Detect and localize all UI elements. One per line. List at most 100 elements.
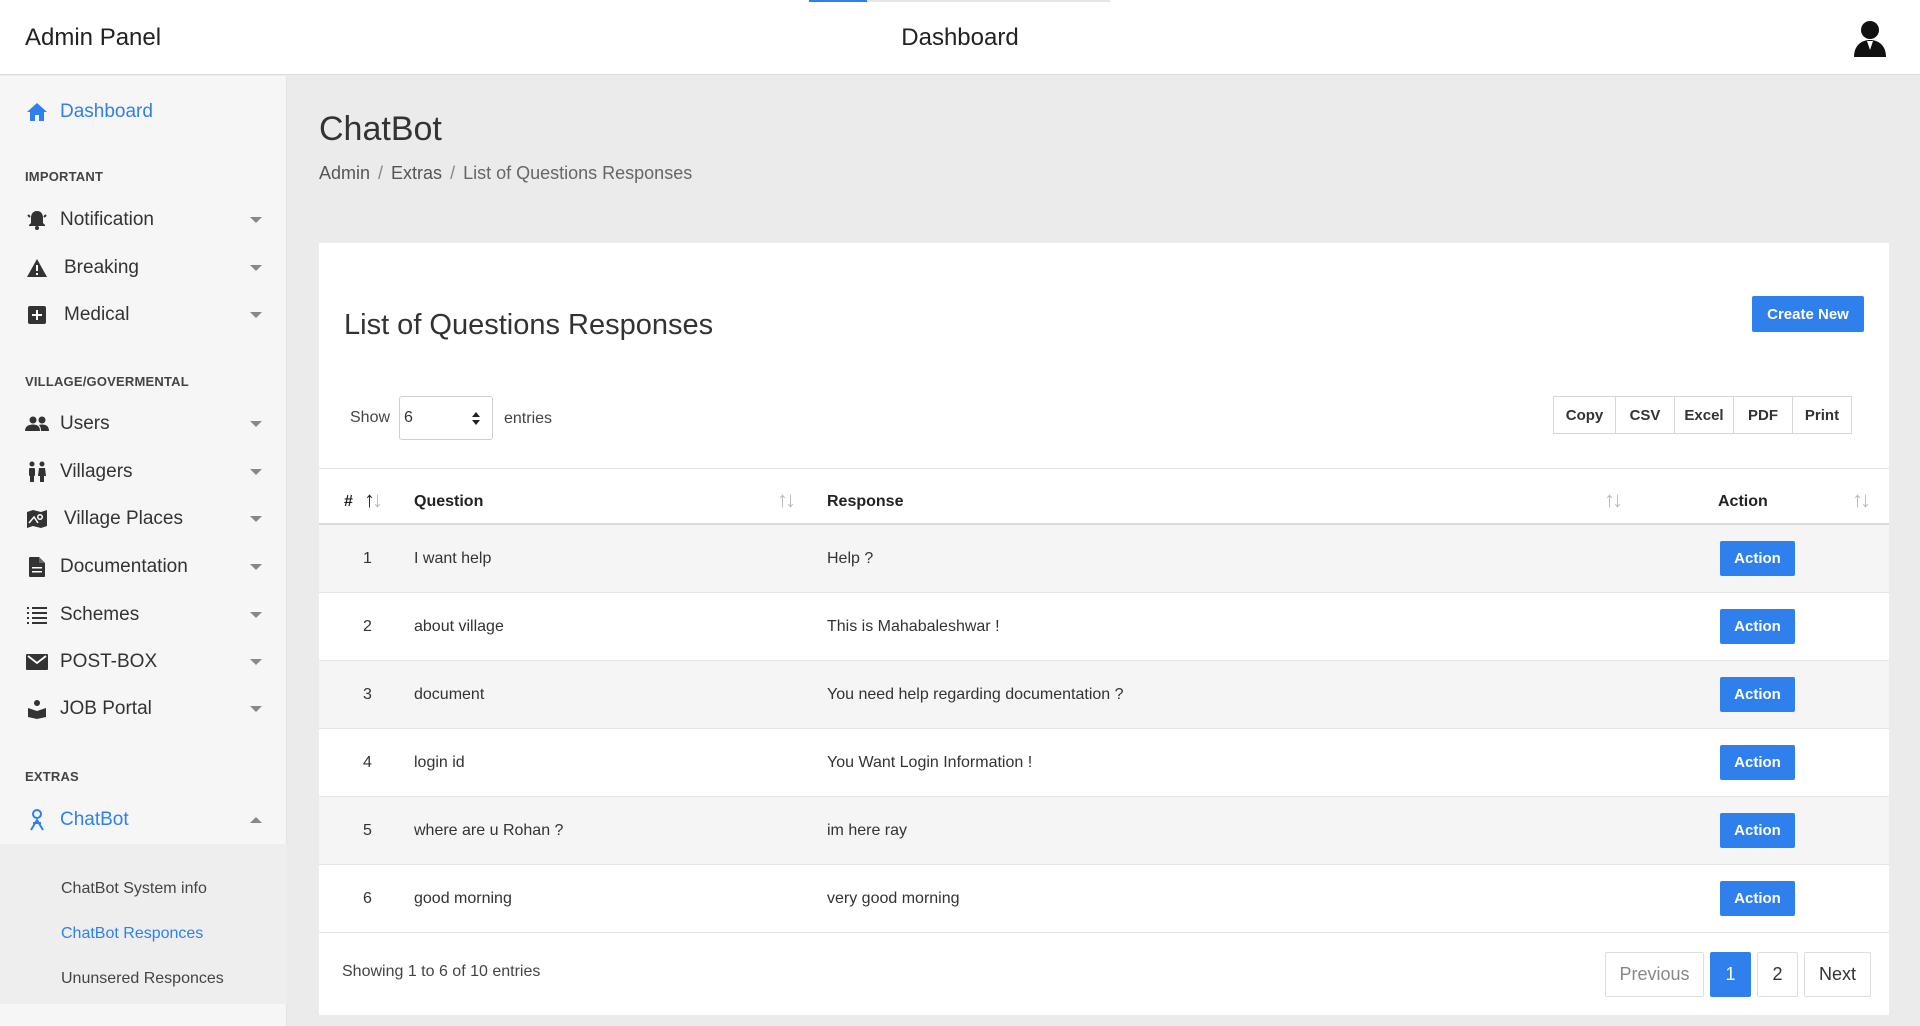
next-page-button[interactable]: Next — [1804, 952, 1871, 997]
pagination: Previous 1 2 Next — [1599, 952, 1871, 997]
row-question: I want help — [414, 550, 492, 567]
responses-card: List of Questions Responses Create New S… — [319, 243, 1889, 1015]
chevron-down-icon — [250, 217, 262, 223]
previous-page-button[interactable]: Previous — [1605, 952, 1704, 997]
action-button[interactable]: Action — [1720, 881, 1795, 916]
sidebar-item-label: POST-BOX — [60, 651, 158, 672]
row-response: very good morning — [827, 890, 960, 907]
section-heading-village: VILLAGE/GOVERMENTAL — [25, 374, 189, 389]
submenu-item-responces[interactable]: ChatBot Responces — [61, 925, 203, 943]
sidebar-item-job-portal[interactable]: JOB Portal — [0, 687, 287, 731]
table-row: 6 good morning very good morning Action — [319, 865, 1889, 933]
action-button[interactable]: Action — [1720, 541, 1795, 576]
table-header: # ↑↓ Question ↑↓ Response ↑↓ Action ↑↓ — [319, 468, 1889, 525]
map-icon — [25, 507, 49, 531]
column-header-question[interactable]: Question — [414, 493, 483, 511]
breadcrumb-separator: / — [450, 163, 456, 183]
sidebar-item-label: Breaking — [64, 257, 139, 278]
sidebar-item-documentation[interactable]: Documentation — [0, 545, 287, 589]
table-row: 1 I want help Help ? Action — [319, 525, 1889, 593]
chevron-down-icon — [250, 516, 262, 522]
table-row: 3 document You need help regarding docum… — [319, 661, 1889, 729]
sidebar-item-villagers[interactable]: Villagers — [0, 450, 287, 494]
submenu-item-unanswered[interactable]: Ununsered Responces — [61, 970, 224, 988]
warning-icon — [25, 256, 49, 280]
entries-label: entries — [504, 410, 553, 427]
mail-icon — [25, 650, 49, 674]
sort-ascending-icon[interactable]: ↑↓ — [364, 489, 383, 511]
sidebar-item-medical[interactable]: Medical — [0, 293, 287, 337]
sort-icon[interactable]: ↑↓ — [1852, 489, 1871, 511]
sidebar-item-label: JOB Portal — [60, 698, 152, 719]
list-icon — [25, 603, 49, 627]
sort-icon[interactable]: ↑↓ — [1604, 489, 1623, 511]
action-button[interactable]: Action — [1720, 677, 1795, 712]
page-size-select[interactable]: 6 — [399, 396, 493, 440]
row-response: You need help regarding documentation ? — [827, 686, 1124, 703]
sidebar-item-label: Documentation — [60, 556, 188, 577]
page-2-button[interactable]: 2 — [1757, 952, 1798, 997]
csv-button[interactable]: CSV — [1615, 396, 1675, 434]
row-question: document — [414, 686, 485, 703]
column-header-number[interactable]: # — [344, 493, 353, 511]
top-bar: Admin Panel Dashboard — [0, 0, 1920, 75]
sidebar: Dashboard IMPORTANT Notification Breakin… — [0, 76, 287, 1026]
chevron-up-icon — [250, 817, 262, 823]
create-new-button[interactable]: Create New — [1752, 296, 1864, 332]
breadcrumb-extras[interactable]: Extras — [391, 163, 442, 183]
row-number: 6 — [363, 890, 372, 907]
chevron-down-icon — [250, 564, 262, 570]
sidebar-item-breaking[interactable]: Breaking — [0, 246, 287, 290]
sidebar-item-dashboard[interactable]: Dashboard — [0, 90, 287, 134]
row-number: 3 — [363, 686, 372, 703]
export-buttons: Copy CSV Excel PDF Print — [1553, 396, 1852, 434]
breadcrumb-admin[interactable]: Admin — [319, 163, 370, 183]
chevron-down-icon — [250, 265, 262, 271]
chevron-down-icon — [250, 469, 262, 475]
submenu-item-system-info[interactable]: ChatBot System info — [61, 880, 207, 898]
card-title: List of Questions Responses — [344, 309, 714, 341]
row-question: where are u Rohan ? — [414, 822, 564, 839]
row-number: 4 — [363, 754, 372, 771]
sidebar-item-schemes[interactable]: Schemes — [0, 593, 287, 637]
row-question: about village — [414, 618, 504, 635]
bell-icon — [25, 208, 49, 232]
table-row: 4 login id You Want Login Information ! … — [319, 729, 1889, 797]
print-button[interactable]: Print — [1792, 396, 1852, 434]
action-button[interactable]: Action — [1720, 745, 1795, 780]
excel-button[interactable]: Excel — [1674, 396, 1734, 434]
document-icon — [25, 555, 49, 579]
chevron-down-icon — [250, 612, 262, 618]
home-icon — [25, 100, 49, 124]
section-heading-important: IMPORTANT — [25, 169, 104, 184]
sidebar-item-users[interactable]: Users — [0, 402, 287, 446]
sidebar-item-postbox[interactable]: POST-BOX — [0, 640, 287, 684]
sidebar-item-label: Schemes — [60, 604, 140, 625]
breadcrumb-current: List of Questions Responses — [463, 163, 693, 183]
sidebar-item-village-places[interactable]: Village Places — [0, 497, 287, 541]
chevron-down-icon — [250, 421, 262, 427]
action-button[interactable]: Action — [1720, 813, 1795, 848]
column-header-response[interactable]: Response — [827, 493, 903, 511]
copy-button[interactable]: Copy — [1553, 396, 1616, 434]
row-response: You Want Login Information ! — [827, 754, 1033, 771]
section-heading-extras: EXTRAS — [25, 769, 79, 784]
sidebar-item-chatbot[interactable]: ChatBot — [0, 798, 287, 842]
table-info: Showing 1 to 6 of 10 entries — [342, 963, 541, 980]
header-title: Dashboard — [901, 24, 1019, 51]
user-avatar-icon[interactable] — [1852, 20, 1888, 58]
select-arrows-icon — [472, 412, 480, 425]
loading-progress-bar — [809, 0, 1110, 2]
sort-icon[interactable]: ↑↓ — [777, 489, 796, 511]
breadcrumb: Admin / Extras / List of Questions Responses — [319, 163, 692, 184]
table-row: 2 about village This is Mahabaleshwar ! … — [319, 593, 1889, 661]
sidebar-item-label: Medical — [64, 304, 130, 325]
page-1-button[interactable]: 1 — [1710, 952, 1751, 997]
pdf-button[interactable]: PDF — [1733, 396, 1793, 434]
sidebar-item-notification[interactable]: Notification — [0, 198, 287, 242]
chevron-down-icon — [250, 312, 262, 318]
breadcrumb-separator: / — [378, 163, 384, 183]
sidebar-item-label: Dashboard — [60, 101, 153, 122]
column-header-action[interactable]: Action — [1718, 493, 1768, 511]
action-button[interactable]: Action — [1720, 609, 1795, 644]
